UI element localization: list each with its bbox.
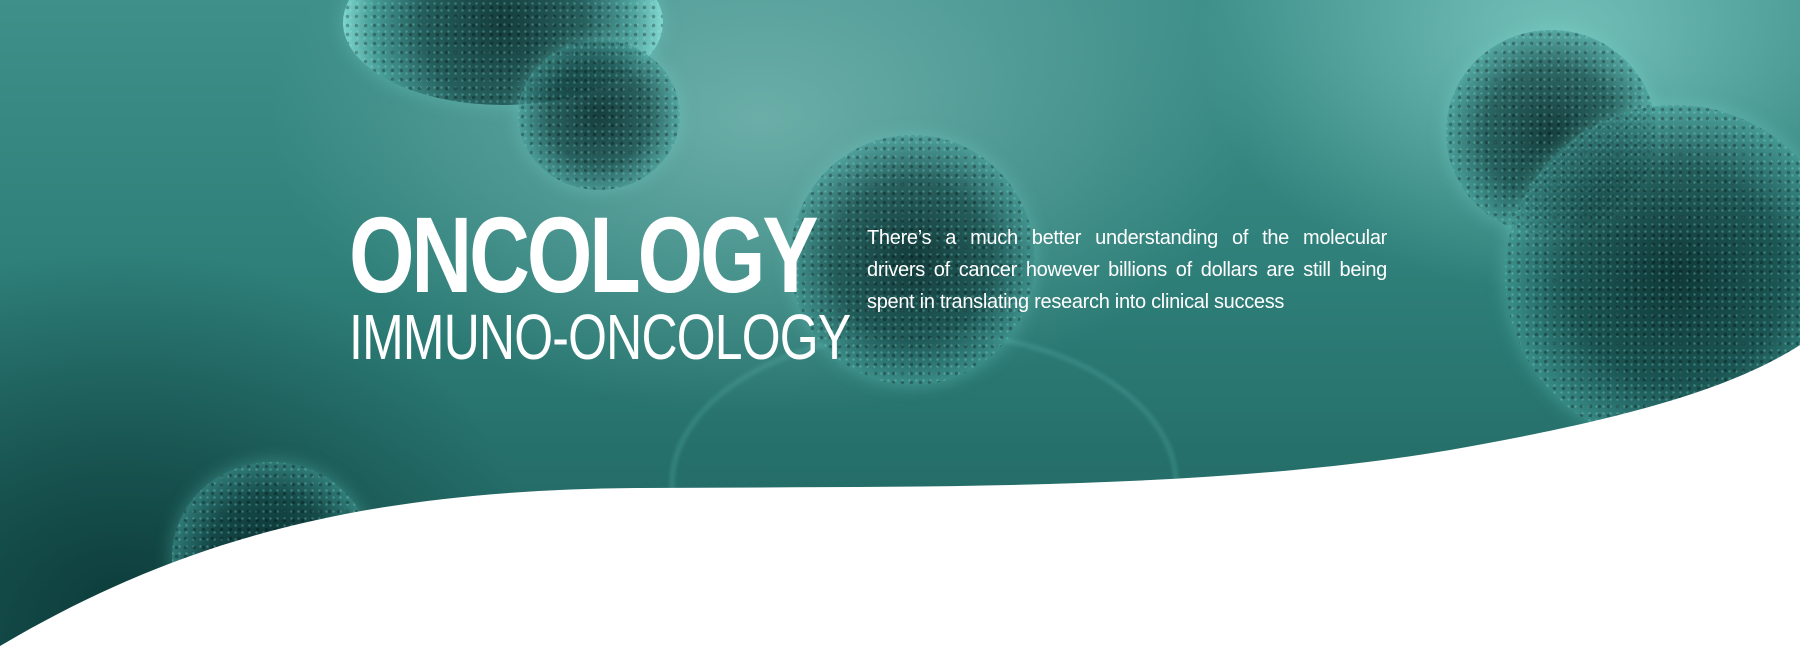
hero-description: There’s a much better understanding of t… — [867, 227, 1387, 313]
page-subtitle: IMMUNO-ONCOLOGY — [349, 301, 851, 373]
page-title: ONCOLOGY — [349, 194, 819, 315]
hero-banner: ONCOLOGY IMMUNO-ONCOLOGY There’s a much … — [0, 0, 1800, 646]
wave-divider — [0, 345, 1800, 646]
heading-block: ONCOLOGY IMMUNO-ONCOLOGY — [349, 194, 851, 373]
